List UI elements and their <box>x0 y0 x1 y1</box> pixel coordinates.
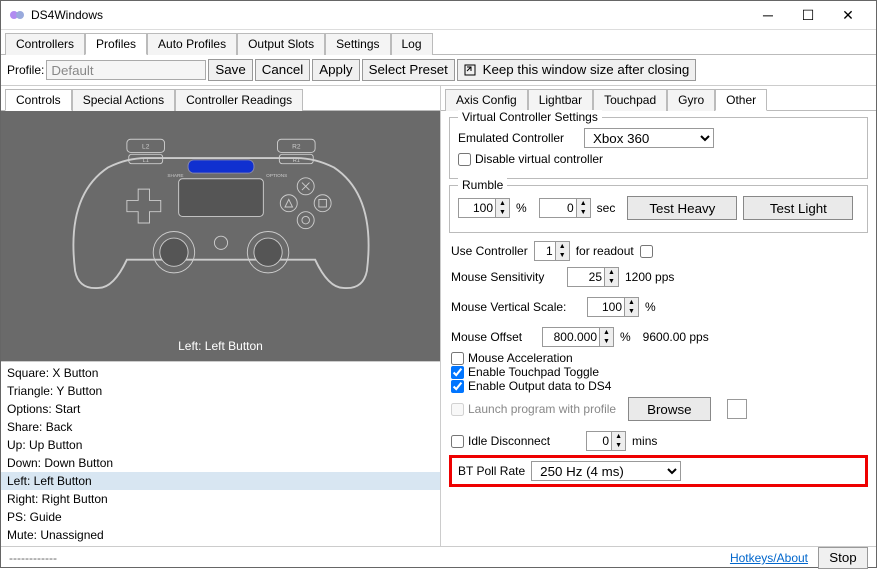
binding-item[interactable]: Mute: Unassigned <box>1 526 440 544</box>
test-light-button[interactable]: Test Light <box>743 196 853 220</box>
main-tabs: Controllers Profiles Auto Profiles Outpu… <box>1 30 876 55</box>
launch-program-checkbox[interactable]: Launch program with profile <box>451 402 616 416</box>
subtab-controls[interactable]: Controls <box>5 89 72 111</box>
subtab-gyro[interactable]: Gyro <box>667 89 715 111</box>
left-subtabs: Controls Special Actions Controller Read… <box>1 86 440 111</box>
use-controller-spinner[interactable]: ▲▼ <box>534 241 570 261</box>
vc-section-title: Virtual Controller Settings <box>458 110 602 124</box>
tab-controllers[interactable]: Controllers <box>5 33 85 55</box>
subtab-special-actions[interactable]: Special Actions <box>72 89 175 111</box>
tab-profiles[interactable]: Profiles <box>85 33 147 55</box>
use-controller-label: Use Controller <box>451 244 528 258</box>
binding-item[interactable]: Right: Right Button <box>1 490 440 508</box>
program-icon-box <box>727 399 747 419</box>
select-preset-button[interactable]: Select Preset <box>362 59 455 81</box>
tab-log[interactable]: Log <box>391 33 433 55</box>
controller-image[interactable]: L2 R2 L1 R1 SHARE OPTIONS <box>61 111 381 299</box>
binding-item[interactable]: Down: Down Button <box>1 454 440 472</box>
footer-status: ------------ <box>9 551 57 565</box>
rumble-pct-spinner[interactable]: ▲▼ <box>458 198 510 218</box>
footer: ------------ Hotkeys/About Stop <box>1 546 876 569</box>
mouse-offset-label: Mouse Offset <box>451 330 536 344</box>
binding-list[interactable]: Square: X Button Triangle: Y Button Opti… <box>1 361 440 546</box>
mouse-offset-spinner[interactable]: ▲▼ <box>542 327 614 347</box>
svg-text:L1: L1 <box>142 158 148 164</box>
disable-vc-checkbox[interactable]: Disable virtual controller <box>458 152 603 166</box>
readout-checkbox[interactable] <box>640 245 653 258</box>
controller-hover-label: Left: Left Button <box>1 339 440 353</box>
minimize-button[interactable]: ─ <box>748 1 788 29</box>
window: DS4Windows ─ ☐ ✕ Controllers Profiles Au… <box>0 0 877 568</box>
content: Controls Special Actions Controller Read… <box>1 86 876 546</box>
subtab-controller-readings[interactable]: Controller Readings <box>175 89 303 111</box>
stop-button[interactable]: Stop <box>818 547 868 569</box>
hotkeys-about-link[interactable]: Hotkeys/About <box>730 551 808 565</box>
rumble-section-title: Rumble <box>458 178 507 192</box>
tab-autoprofiles[interactable]: Auto Profiles <box>147 33 237 55</box>
svg-text:L2: L2 <box>142 144 150 151</box>
binding-item[interactable]: Left: Left Button <box>1 472 440 490</box>
touchpad-toggle-checkbox[interactable]: Enable Touchpad Toggle <box>451 365 866 379</box>
rumble-sec-spinner[interactable]: ▲▼ <box>539 198 591 218</box>
mouse-vs-spinner[interactable]: ▲▼ <box>587 297 639 317</box>
resize-icon <box>464 64 476 76</box>
lightbar-icon <box>188 160 254 173</box>
binding-item[interactable]: Triangle: Y Button <box>1 382 440 400</box>
profile-name-input[interactable] <box>46 60 206 80</box>
close-button[interactable]: ✕ <box>828 1 868 29</box>
svg-text:R1: R1 <box>292 158 299 164</box>
bt-poll-label: BT Poll Rate <box>458 464 525 478</box>
profile-label: Profile: <box>7 63 44 77</box>
emulated-controller-select[interactable]: Xbox 360 <box>584 128 714 148</box>
bt-poll-select[interactable]: 250 Hz (4 ms) <box>531 461 681 481</box>
app-icon <box>9 7 25 23</box>
idle-disconnect-checkbox[interactable]: Idle Disconnect <box>451 434 550 448</box>
left-pane: Controls Special Actions Controller Read… <box>1 86 441 546</box>
mouse-sens-label: Mouse Sensitivity <box>451 270 561 284</box>
right-pane: Axis Config Lightbar Touchpad Gyro Other… <box>441 86 876 546</box>
keep-window-button[interactable]: Keep this window size after closing <box>457 59 696 81</box>
binding-item[interactable]: Options: Start <box>1 400 440 418</box>
subtab-touchpad[interactable]: Touchpad <box>593 89 667 111</box>
subtab-axisconfig[interactable]: Axis Config <box>445 89 528 111</box>
rumble-section: Rumble ▲▼ % ▲▼ sec Test Heavy Test Light <box>449 185 868 233</box>
test-heavy-button[interactable]: Test Heavy <box>627 196 737 220</box>
bt-poll-highlight: BT Poll Rate 250 Hz (4 ms) <box>449 455 868 487</box>
right-subtabs: Axis Config Lightbar Touchpad Gyro Other <box>441 86 876 111</box>
profile-row: Profile: Save Cancel Apply Select Preset… <box>1 55 876 86</box>
idle-spinner[interactable]: ▲▼ <box>586 431 626 451</box>
browse-button[interactable]: Browse <box>628 397 710 421</box>
save-button[interactable]: Save <box>208 59 252 81</box>
titlebar: DS4Windows ─ ☐ ✕ <box>1 1 876 30</box>
svg-text:R2: R2 <box>292 144 301 151</box>
cancel-button[interactable]: Cancel <box>255 59 311 81</box>
ps-icon <box>214 236 227 249</box>
touchpad-icon <box>178 179 263 217</box>
binding-item[interactable]: PS: Guide <box>1 508 440 526</box>
mouse-vs-label: Mouse Vertical Scale: <box>451 300 581 314</box>
subtab-other[interactable]: Other <box>715 89 767 111</box>
tab-outputslots[interactable]: Output Slots <box>237 33 325 55</box>
mouse-sens-spinner[interactable]: ▲▼ <box>567 267 619 287</box>
svg-text:SHARE: SHARE <box>167 173 183 178</box>
binding-item[interactable]: Up: Up Button <box>1 436 440 454</box>
emulated-controller-label: Emulated Controller <box>458 131 578 145</box>
svg-text:OPTIONS: OPTIONS <box>266 173 287 178</box>
apply-button[interactable]: Apply <box>312 59 359 81</box>
output-ds4-checkbox[interactable]: Enable Output data to DS4 <box>451 379 866 393</box>
tab-settings[interactable]: Settings <box>325 33 390 55</box>
binding-item[interactable]: Square: X Button <box>1 364 440 382</box>
window-title: DS4Windows <box>31 8 748 22</box>
subtab-lightbar[interactable]: Lightbar <box>528 89 593 111</box>
binding-item[interactable]: Share: Back <box>1 418 440 436</box>
mouse-accel-checkbox[interactable]: Mouse Acceleration <box>451 351 866 365</box>
controller-image-area: L2 R2 L1 R1 SHARE OPTIONS Left: Left But… <box>1 111 440 361</box>
virtual-controller-section: Virtual Controller Settings Emulated Con… <box>449 117 868 179</box>
maximize-button[interactable]: ☐ <box>788 1 828 29</box>
